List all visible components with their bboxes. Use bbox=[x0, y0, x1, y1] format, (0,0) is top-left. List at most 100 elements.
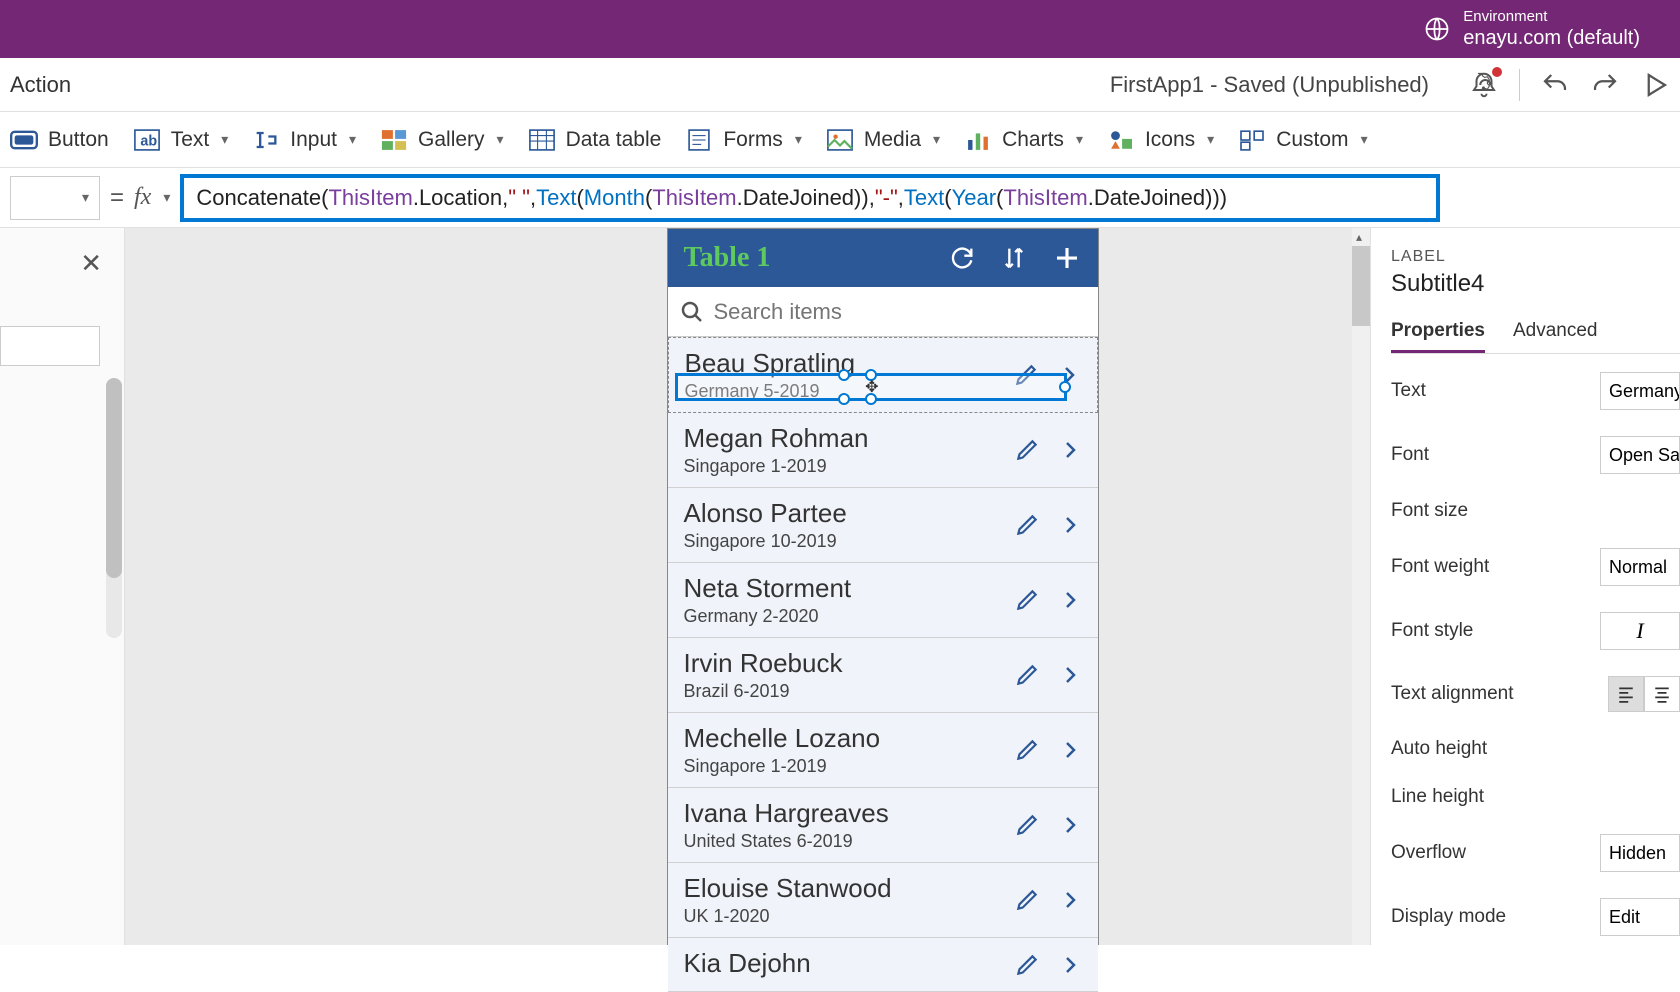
app-title: Table 1 bbox=[684, 242, 771, 274]
insert-custom[interactable]: Custom ▾ bbox=[1238, 128, 1367, 152]
edit-icon[interactable] bbox=[1014, 952, 1040, 978]
chevron-down-icon: ▾ bbox=[1076, 131, 1083, 148]
play-icon[interactable] bbox=[1640, 70, 1670, 100]
search-icon bbox=[680, 300, 704, 324]
control-type-label: LABEL bbox=[1391, 248, 1680, 266]
chevron-right-icon[interactable] bbox=[1058, 888, 1082, 912]
search-box[interactable] bbox=[668, 287, 1098, 337]
scrollbar[interactable] bbox=[106, 378, 122, 638]
prop-fontweight-label: Font weight bbox=[1391, 556, 1489, 578]
tree-search-input[interactable] bbox=[0, 326, 100, 366]
list-item-title: Mechelle Lozano bbox=[684, 723, 1014, 754]
chevron-down-icon: ▾ bbox=[497, 131, 504, 148]
insert-input[interactable]: Input ▾ bbox=[252, 128, 356, 152]
property-selector[interactable]: ▾ bbox=[10, 176, 100, 220]
close-icon[interactable]: ✕ bbox=[80, 248, 102, 279]
chevron-down-icon[interactable]: ▾ bbox=[163, 189, 170, 206]
chevron-right-icon[interactable] bbox=[1058, 513, 1082, 537]
equals-sign: = bbox=[110, 184, 124, 212]
redo-icon[interactable] bbox=[1590, 70, 1620, 100]
edit-icon[interactable] bbox=[1014, 437, 1040, 463]
list-item-title: Alonso Partee bbox=[684, 498, 1014, 529]
insert-text[interactable]: ab Text ▾ bbox=[133, 128, 229, 152]
list-item-subtitle: UK 1-2020 bbox=[684, 906, 1014, 927]
insert-datatable[interactable]: Data table bbox=[528, 128, 662, 152]
edit-icon[interactable] bbox=[1014, 887, 1040, 913]
canvas-area: Table 1 Beau SpratlingGermany 5-2019 ✥ M… bbox=[125, 228, 1370, 945]
edit-icon[interactable] bbox=[1014, 587, 1040, 613]
undo-icon[interactable] bbox=[1540, 70, 1570, 100]
chevron-down-icon: ▾ bbox=[933, 131, 940, 148]
prop-displaymode-label: Display mode bbox=[1391, 906, 1506, 928]
list-item[interactable]: Ivana HargreavesUnited States 6-2019 bbox=[668, 788, 1098, 863]
insert-button[interactable]: Button bbox=[10, 128, 109, 152]
edit-icon[interactable] bbox=[1014, 512, 1040, 538]
list-item-title: Ivana Hargreaves bbox=[684, 798, 1014, 829]
add-icon[interactable] bbox=[1052, 243, 1082, 273]
list-item-title: Kia Dejohn bbox=[684, 948, 1014, 979]
tab-properties[interactable]: Properties bbox=[1391, 320, 1485, 353]
chevron-down-icon: ▾ bbox=[1361, 131, 1368, 148]
align-center-button[interactable] bbox=[1644, 676, 1680, 712]
control-name: Subtitle4 bbox=[1391, 270, 1680, 298]
prop-font-value[interactable]: Open Sans bbox=[1600, 436, 1680, 474]
chevron-right-icon[interactable] bbox=[1058, 738, 1082, 762]
fx-icon: fx bbox=[134, 184, 151, 211]
prop-fontweight-value[interactable]: Normal bbox=[1600, 548, 1680, 586]
sort-icon[interactable] bbox=[1000, 244, 1028, 272]
datatable-icon bbox=[528, 129, 556, 151]
chevron-right-icon[interactable] bbox=[1058, 438, 1082, 462]
prop-font-label: Font bbox=[1391, 444, 1429, 466]
chevron-down-icon: ▾ bbox=[795, 131, 802, 148]
prop-text-value[interactable]: Germany 5 bbox=[1600, 372, 1680, 410]
prop-overflow-value[interactable]: Hidden bbox=[1600, 834, 1680, 872]
insert-gallery[interactable]: Gallery ▾ bbox=[380, 128, 504, 152]
environment-banner: Environment enayu.com (default) bbox=[0, 0, 1680, 58]
list-item[interactable]: Beau SpratlingGermany 5-2019 ✥ bbox=[668, 337, 1098, 413]
insert-charts[interactable]: Charts ▾ bbox=[964, 128, 1083, 152]
search-input[interactable] bbox=[714, 299, 1086, 325]
selection-overlay[interactable]: ✥ bbox=[675, 373, 1067, 401]
insert-icons[interactable]: Icons ▾ bbox=[1107, 128, 1214, 152]
chevron-right-icon[interactable] bbox=[1058, 663, 1082, 687]
prop-displaymode-value[interactable]: Edit bbox=[1600, 898, 1680, 936]
list-item[interactable]: Elouise StanwoodUK 1-2020 bbox=[668, 863, 1098, 938]
edit-icon[interactable] bbox=[1014, 737, 1040, 763]
align-left-button[interactable] bbox=[1608, 676, 1644, 712]
chevron-right-icon[interactable] bbox=[1058, 953, 1082, 977]
edit-icon[interactable] bbox=[1014, 662, 1040, 688]
prop-fontstyle-value[interactable]: I bbox=[1600, 612, 1680, 650]
environment-label: Environment bbox=[1463, 8, 1640, 26]
tab-advanced[interactable]: Advanced bbox=[1513, 320, 1598, 353]
list-item-title: Neta Storment bbox=[684, 573, 1014, 604]
insert-media[interactable]: Media ▾ bbox=[826, 128, 940, 152]
chevron-right-icon[interactable] bbox=[1058, 588, 1082, 612]
list-item-subtitle: Singapore 1-2019 bbox=[684, 756, 1014, 777]
insert-forms[interactable]: Forms ▾ bbox=[685, 128, 802, 152]
list-item[interactable]: Irvin RoebuckBrazil 6-2019 bbox=[668, 638, 1098, 713]
formula-input[interactable]: Concatenate(ThisItem.Location, " ", Text… bbox=[180, 174, 1440, 222]
phone-preview: Table 1 Beau SpratlingGermany 5-2019 ✥ M… bbox=[667, 228, 1099, 945]
input-icon bbox=[252, 129, 280, 151]
edit-icon[interactable] bbox=[1014, 812, 1040, 838]
insert-ribbon: Button ab Text ▾ Input ▾ Gallery ▾ Data … bbox=[0, 112, 1680, 168]
list-item-subtitle: Singapore 10-2019 bbox=[684, 531, 1014, 552]
media-icon bbox=[826, 129, 854, 151]
chevron-right-icon[interactable] bbox=[1058, 813, 1082, 837]
forms-icon bbox=[685, 129, 713, 151]
prop-overflow-label: Overflow bbox=[1391, 842, 1466, 864]
environment-value: enayu.com (default) bbox=[1463, 26, 1640, 50]
prop-fontsize-label: Font size bbox=[1391, 500, 1468, 522]
list-item[interactable]: Neta StormentGermany 2-2020 bbox=[668, 563, 1098, 638]
canvas-scrollbar[interactable]: ▴ bbox=[1352, 228, 1370, 945]
list-item[interactable]: Mechelle LozanoSingapore 1-2019 bbox=[668, 713, 1098, 788]
chevron-down-icon: ▾ bbox=[1207, 131, 1214, 148]
refresh-icon[interactable] bbox=[948, 244, 976, 272]
list-item[interactable]: Kia Dejohn bbox=[668, 938, 1098, 992]
text-icon: ab bbox=[133, 129, 161, 151]
app-checker-icon[interactable] bbox=[1469, 70, 1499, 100]
list-item[interactable]: Megan RohmanSingapore 1-2019 bbox=[668, 413, 1098, 488]
menu-action[interactable]: Action bbox=[10, 72, 71, 98]
list-item[interactable]: Alonso ParteeSingapore 10-2019 bbox=[668, 488, 1098, 563]
file-status: FirstApp1 - Saved (Unpublished) bbox=[1110, 72, 1429, 98]
